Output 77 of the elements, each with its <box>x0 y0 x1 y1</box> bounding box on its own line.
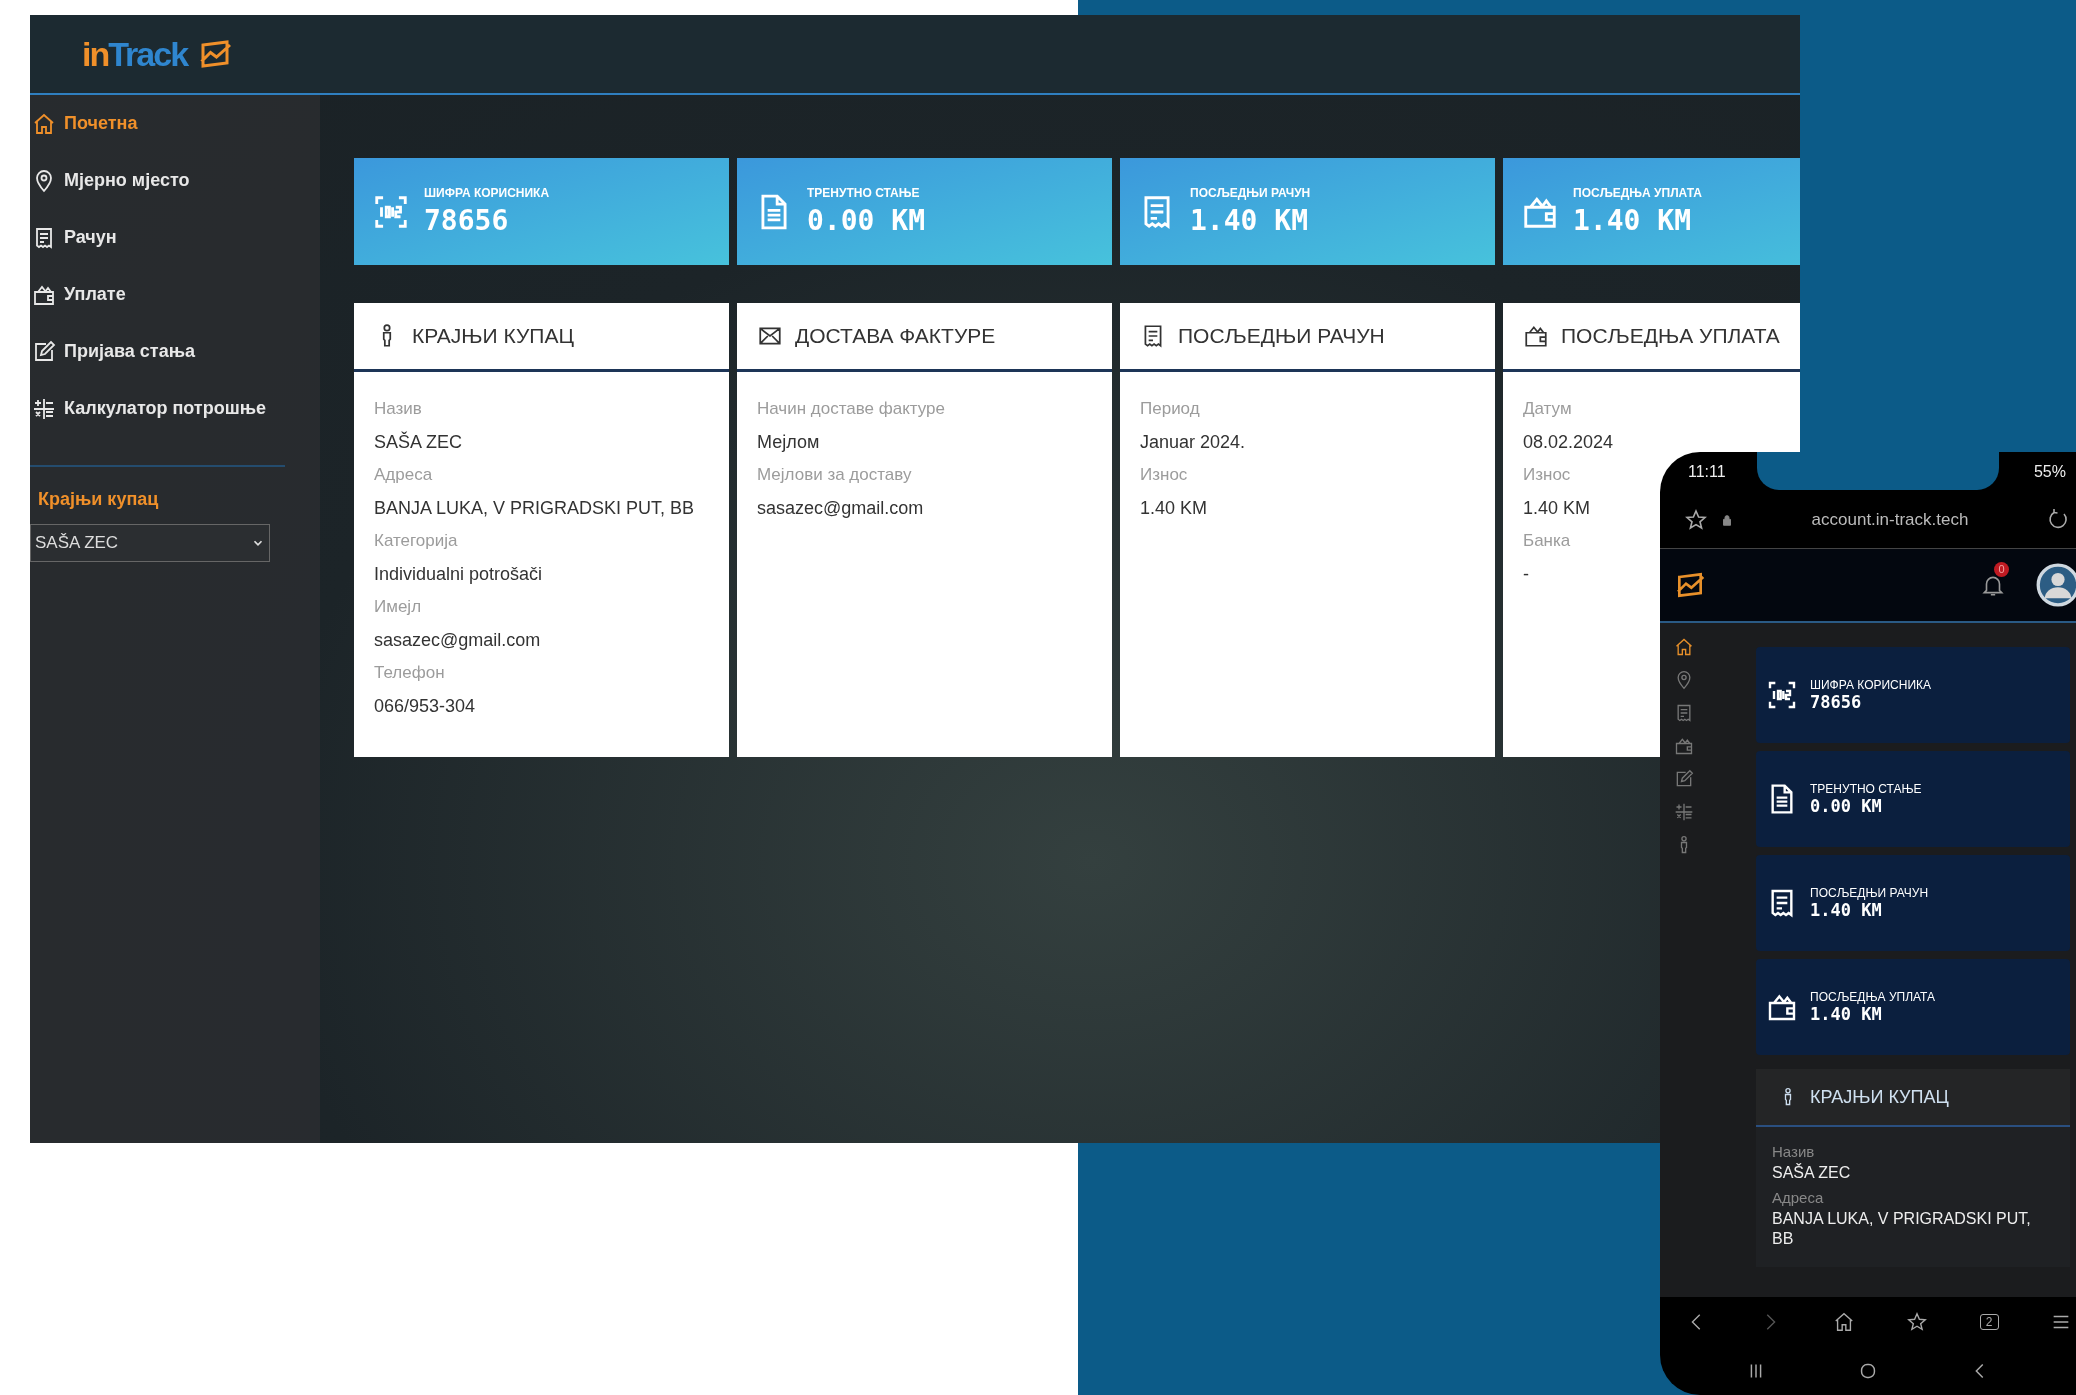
field-value: - <box>1523 563 1529 586</box>
field-label: Износ <box>1140 464 1188 486</box>
field-label: Износ <box>1523 464 1571 486</box>
stat-value: 78656 <box>1810 692 1863 712</box>
star-icon[interactable] <box>1684 508 1708 532</box>
url-text[interactable]: account.in-track.tech <box>1746 510 2034 530</box>
wallet-icon <box>1523 323 1549 349</box>
stat-label: ПОСЉЕДЊИ РАЧУН <box>1190 186 1311 200</box>
section-label: Крајњи купац <box>37 489 159 510</box>
star-icon[interactable] <box>1906 1311 1929 1333</box>
card-title: КРАЈЊИ КУПАЦ <box>412 324 574 348</box>
stat-label: ШИФРА КОРИСНИКА <box>1810 678 1932 692</box>
field-label: Начин доставе фактуре <box>757 398 946 420</box>
field-label: Телефон <box>374 662 445 684</box>
field-value: 1.40 KM <box>1523 497 1591 520</box>
home-icon[interactable] <box>1832 1311 1855 1333</box>
field-value: 1.40 KM <box>1140 497 1208 520</box>
stat-value: 0.00 KM <box>807 204 925 237</box>
field-value: sasazec@gmail.com <box>374 629 541 652</box>
stat-label: ТРЕНУТНО СТАЊЕ <box>807 186 921 200</box>
tabs-button[interactable]: 2 <box>1979 1314 1999 1330</box>
stat-value: 1.40 KM <box>1810 900 1883 920</box>
field-label: Адреса <box>374 464 433 486</box>
sidebar-item[interactable]: Почетна <box>30 95 138 152</box>
stat-label: ПОСЉЕДЊИ РАЧУН <box>1810 886 1929 900</box>
field-label: Категорија <box>374 530 458 552</box>
field-label: Банка <box>1523 530 1571 552</box>
edit-icon <box>32 339 56 364</box>
avatar-icon[interactable] <box>2036 563 2076 607</box>
battery-level: 55% <box>2033 463 2066 481</box>
home-icon <box>32 111 56 136</box>
edit-icon[interactable] <box>1674 769 1694 789</box>
stat-value: 1.40 KM <box>1810 1004 1883 1024</box>
sidebar-item[interactable]: Пријава стања <box>30 323 195 380</box>
code-scan-icon <box>1766 679 1798 711</box>
stat-value: 0.00 KM <box>1810 796 1883 816</box>
field-value: sasazec@gmail.com <box>757 497 924 520</box>
field-label: Датум <box>1523 398 1572 420</box>
lock-icon <box>1720 513 1734 527</box>
calculator-icon[interactable] <box>1674 802 1694 822</box>
stat-value: 1.40 KM <box>1190 204 1309 237</box>
field-label: Период <box>1140 398 1200 420</box>
stat-label: ШИФРА КОРИСНИКА <box>424 186 550 200</box>
field-value: 08.02.2024 <box>1523 431 1614 454</box>
card-title: ДОСТАВА ФАКТУРЕ <box>795 324 996 348</box>
field-value: SAŠA ZEC <box>374 430 463 454</box>
notification-badge: 0 <box>1994 562 2009 577</box>
stat-value: 78656 <box>424 204 510 237</box>
stat-label: ТРЕНУТНО СТАЊЕ <box>1810 782 1922 796</box>
card-title: ПОСЉЕДЊИ РАЧУН <box>1178 324 1385 348</box>
card-title: КРАЈЊИ КУПАЦ <box>1810 1086 1949 1108</box>
sidebar-item[interactable]: Рачун <box>30 209 117 266</box>
stat-label: ПОСЉЕДЊА УПЛАТА <box>1573 186 1702 200</box>
home-icon[interactable] <box>1674 637 1694 657</box>
field-value: SAŠA ZEC <box>1772 1163 1852 1183</box>
calculator-icon <box>32 396 56 421</box>
card-title: ПОСЉЕДЊА УПЛАТА <box>1561 324 1780 348</box>
logo-text: inTrack <box>82 34 188 74</box>
field-label: Назив <box>1772 1142 1815 1162</box>
field-label: Адреса <box>1772 1188 1824 1208</box>
field-label: Назив <box>374 398 422 420</box>
status-time: 11:11 <box>1688 463 1726 481</box>
sidebar-item[interactable]: Мјерно мјесто <box>30 152 190 209</box>
stat-label: ПОСЉЕДЊА УПЛАТА <box>1810 990 1936 1004</box>
field-value: BANJA LUKA, V PRIGRADSKI PUT, BB <box>374 497 695 520</box>
customer-select[interactable]: SAŠA ZEC <box>30 524 270 562</box>
field-value: Individualni potrošači <box>374 563 543 586</box>
field-label: Имејл <box>374 596 422 618</box>
field-value: BANJA LUKA, V PRIGRADSKI PUT, BB <box>1772 1209 2032 1249</box>
field-value: Мејлом <box>757 431 820 454</box>
field-value: Januar 2024. <box>1140 431 1246 454</box>
field-value: 066/953-304 <box>374 695 476 718</box>
stat-value: 1.40 KM <box>1573 204 1692 237</box>
sidebar-item[interactable]: Калкулатор потрошње <box>30 380 266 437</box>
sidebar-item[interactable]: Уплате <box>30 266 126 323</box>
wallet-icon[interactable] <box>1674 736 1694 756</box>
field-label: Мејлови за доставу <box>757 464 912 486</box>
